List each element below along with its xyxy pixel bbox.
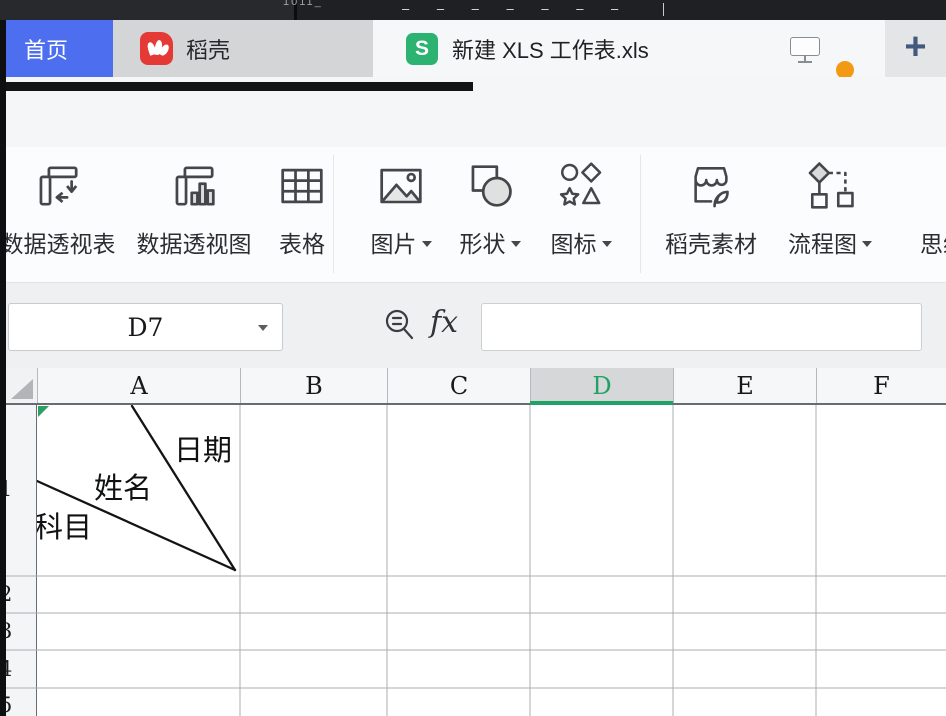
dropdown-caret-icon xyxy=(862,241,872,247)
a1-corner-marker-icon xyxy=(38,406,49,417)
search-formula-icon[interactable] xyxy=(380,306,420,346)
icons-icon xyxy=(538,155,624,217)
shapes-label: 形状 xyxy=(460,225,506,259)
docer-material-label: 稻壳素材 xyxy=(665,225,757,259)
table-label: 表格 xyxy=(279,225,325,259)
title-bar-fragment: 1011_ xyxy=(283,0,323,8)
row-header-column: 1 2 3 4 5 xyxy=(6,405,37,716)
tab-home[interactable]: 首页 xyxy=(6,20,113,77)
a1-label-name: 姓名 xyxy=(94,465,152,507)
table-button[interactable]: 表格 xyxy=(262,155,342,259)
dropdown-caret-icon xyxy=(602,241,612,247)
docer-logo-icon xyxy=(140,32,173,65)
plus-icon: + xyxy=(904,28,926,66)
active-cell-reference: D7 xyxy=(128,313,164,342)
row-header-lines xyxy=(6,405,37,716)
pivot-chart-icon xyxy=(132,155,256,217)
a1-label-subject: 科目 xyxy=(34,504,92,546)
tab-docer-label: 稻壳 xyxy=(186,33,230,65)
flowchart-label: 流程图 xyxy=(788,225,857,259)
title-bar-marks: – – – – – – – xyxy=(402,1,652,16)
column-header-e[interactable]: E xyxy=(673,368,816,403)
spreadsheet-logo-icon: S xyxy=(406,33,438,65)
column-header-f[interactable]: F xyxy=(816,368,946,403)
mindmap-label: 思维 xyxy=(920,225,946,259)
table-icon xyxy=(262,155,342,217)
select-all-corner[interactable] xyxy=(6,368,37,403)
picture-label: 图片 xyxy=(371,225,417,259)
icons-label: 图标 xyxy=(551,225,597,259)
formula-bar: D7 fx xyxy=(0,283,946,368)
column-header-b[interactable]: B xyxy=(240,368,387,403)
tab-home-label: 首页 xyxy=(24,33,68,65)
name-box-caret-icon[interactable] xyxy=(258,325,268,331)
sheet-grid[interactable]: 日期 姓名 科目 1 2 3 4 5 xyxy=(0,405,946,716)
selected-column-underline xyxy=(530,401,673,405)
column-header-c[interactable]: C xyxy=(387,368,530,403)
mindmap-button[interactable]: 思维 xyxy=(903,155,946,259)
docer-material-icon xyxy=(658,155,764,217)
pivot-table-label: 数据透视表 xyxy=(1,225,116,259)
dropdown-caret-icon xyxy=(422,241,432,247)
pivot-chart-label: 数据透视图 xyxy=(137,225,252,259)
tab-docer[interactable]: 稻壳 xyxy=(113,20,373,77)
picture-button[interactable]: 图片 xyxy=(358,155,444,259)
new-tab-button[interactable]: + xyxy=(885,20,946,77)
pivot-table-icon xyxy=(0,155,120,217)
mindmap-icon xyxy=(903,155,946,217)
formula-input[interactable] xyxy=(481,303,922,351)
pivot-chart-button[interactable]: 数据透视图 xyxy=(132,155,256,259)
flowchart-icon xyxy=(782,155,878,217)
a1-label-date: 日期 xyxy=(174,427,232,469)
flowchart-button[interactable]: 流程图 xyxy=(782,155,878,259)
divider xyxy=(333,155,334,273)
document-title: 新建 XLS 工作表.xls xyxy=(452,33,649,65)
shapes-button[interactable]: 形状 xyxy=(447,155,533,259)
shapes-icon xyxy=(447,155,533,217)
tab-bar: 首页 稻壳 S 新建 XLS 工作表.xls + xyxy=(0,20,946,77)
divider xyxy=(640,155,641,273)
os-title-bar: 1011_ – – – – – – – xyxy=(0,0,946,20)
column-header-d-selected[interactable]: D xyxy=(530,368,673,403)
gridlines xyxy=(0,405,946,716)
dropdown-caret-icon xyxy=(511,241,521,247)
column-header-a[interactable]: A xyxy=(37,368,240,403)
wps-spreadsheet-window: 首页 稻壳 S 新建 XLS 工作表.xls + 文件 xyxy=(0,0,946,716)
name-box[interactable]: D7 xyxy=(8,303,283,351)
title-bar-cursor xyxy=(663,3,664,16)
pivot-table-button[interactable]: 数据透视表 xyxy=(0,155,120,259)
left-screen-edge xyxy=(0,20,6,716)
icons-button[interactable]: 图标 xyxy=(538,155,624,259)
window-edge-artifact xyxy=(0,82,473,91)
select-all-triangle-icon xyxy=(11,379,33,399)
title-bar-segment xyxy=(0,0,297,20)
column-header-row: A B C D E F xyxy=(0,368,946,405)
picture-icon xyxy=(358,155,444,217)
ribbon: 数据透视表 数据透视图 表格 xyxy=(0,147,946,283)
fx-label[interactable]: fx xyxy=(430,305,458,340)
presentation-monitor-icon[interactable] xyxy=(790,37,822,63)
docer-material-button[interactable]: 稻壳素材 xyxy=(658,155,764,259)
